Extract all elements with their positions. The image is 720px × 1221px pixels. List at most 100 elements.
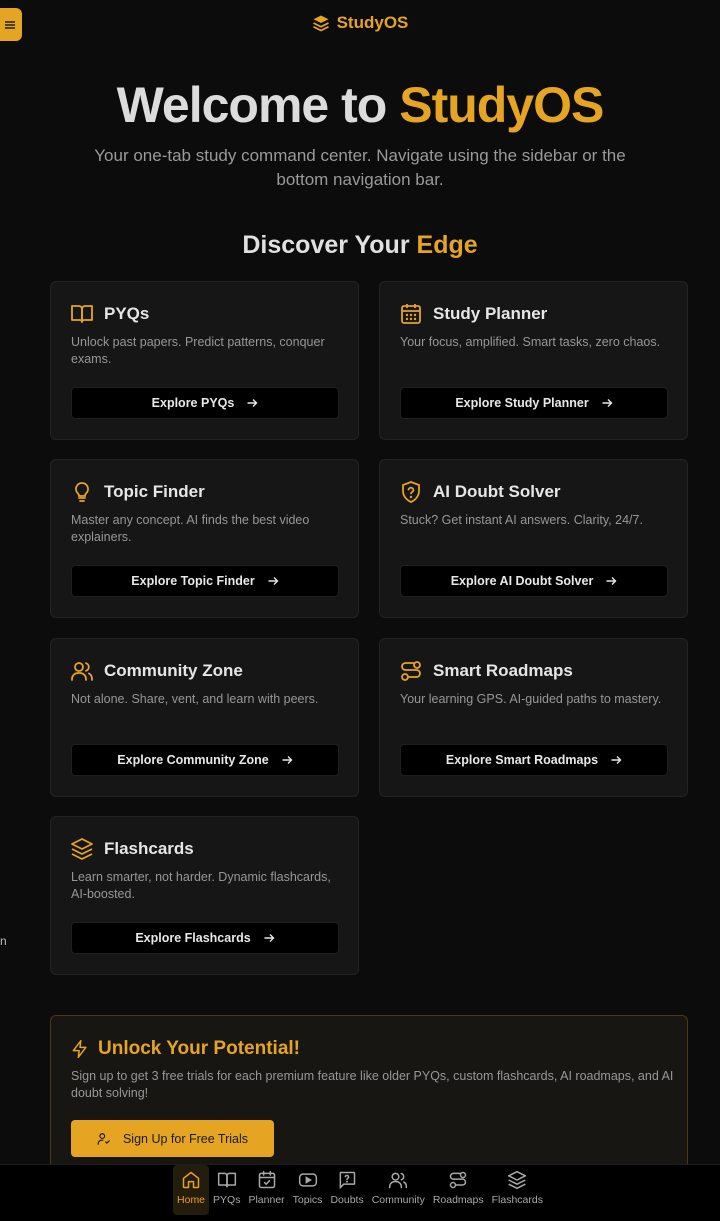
calendar-check-icon	[258, 1170, 275, 1189]
nav-item-planner[interactable]: Planner	[244, 1165, 288, 1215]
nav-label: Home	[177, 1194, 206, 1206]
nav-item-home[interactable]: Home	[173, 1165, 210, 1215]
section-title-prefix: Discover Your	[242, 231, 417, 259]
explore-flashcards-button[interactable]: Explore Flashcards	[71, 922, 339, 954]
card-description: Learn smarter, not harder. Dynamic flash…	[71, 870, 331, 901]
card-header: AI Doubt Solver	[399, 480, 561, 504]
nav-item-topics[interactable]: Topics	[289, 1165, 327, 1215]
arrow-right-icon	[602, 399, 613, 407]
section-title-accent: Edge	[416, 231, 478, 259]
top-bar: StudyOS	[0, 13, 720, 33]
card-title: Community Zone	[104, 661, 243, 680]
card-title: Topic Finder	[104, 482, 205, 501]
route-icon	[449, 1171, 467, 1189]
nav-label: Topics	[292, 1194, 323, 1206]
card-description: Not alone. Share, vent, and learn with p…	[71, 692, 319, 706]
promo-description: Sign up to get 3 free trials for each pr…	[71, 1069, 674, 1100]
arrow-right-icon	[606, 577, 617, 585]
nav-label: Roadmaps	[432, 1194, 484, 1206]
button-label: Explore Community Zone	[117, 753, 269, 767]
card-title: Study Planner	[433, 304, 548, 323]
explore-community-zone-button[interactable]: Explore Community Zone	[71, 744, 339, 776]
layers-logo-icon	[312, 15, 329, 32]
feature-card-topic-finder: Topic Finder Master any concept. AI find…	[50, 459, 359, 618]
card-header: PYQs	[70, 302, 149, 326]
nav-label: Doubts	[330, 1194, 364, 1206]
brand-name[interactable]: StudyOS	[337, 13, 409, 33]
nav-label: Community	[371, 1194, 425, 1206]
card-header: Topic Finder	[70, 480, 205, 504]
sign-up-free-trials-button[interactable]: Sign Up for Free Trials	[71, 1120, 274, 1157]
card-header: Smart Roadmaps	[399, 659, 573, 683]
nav-label: PYQs	[213, 1194, 241, 1206]
arrow-right-icon	[247, 399, 258, 407]
button-label: Explore PYQs	[151, 396, 235, 410]
card-description: Master any concept. AI finds the best vi…	[71, 513, 310, 544]
hero-title-accent: StudyOS	[399, 77, 604, 133]
button-label: Sign Up for Free Trials	[122, 1131, 249, 1146]
card-header: Study Planner	[399, 302, 547, 326]
feature-card-smart-roadmaps: Smart Roadmaps Your learning GPS. AI-gui…	[379, 638, 688, 797]
card-description: Your learning GPS. AI-guided paths to ma…	[400, 692, 662, 706]
section-title: Discover Your Edge	[0, 231, 720, 260]
explore-smart-roadmaps-button[interactable]: Explore Smart Roadmaps	[400, 744, 668, 776]
card-description: Your focus, amplified. Smart tasks, zero…	[400, 335, 661, 349]
feature-card-study-planner: Study Planner Your focus, amplified. Sma…	[379, 281, 688, 440]
nav-item-community[interactable]: Community	[368, 1165, 429, 1215]
bottom-navigation: Home PYQs Planner Topics Doubts Communit…	[0, 1164, 720, 1221]
book-open-icon	[71, 305, 93, 323]
feature-card-ai-doubt-solver: AI Doubt Solver Stuck? Get instant AI an…	[379, 459, 688, 618]
button-label: Explore Topic Finder	[131, 574, 255, 588]
explore-topic-finder-button[interactable]: Explore Topic Finder	[71, 565, 339, 597]
button-label: Explore Smart Roadmaps	[445, 753, 599, 767]
explore-pyqs-button[interactable]: Explore PYQs	[71, 387, 339, 419]
arrow-right-icon	[282, 756, 293, 764]
hero-subtitle: Your one-tab study command center. Navig…	[94, 146, 626, 189]
card-title: Smart Roadmaps	[433, 661, 573, 680]
route-icon	[401, 661, 421, 681]
card-title: Flashcards	[104, 839, 194, 858]
layers-icon	[71, 838, 93, 860]
hero-title-prefix: Welcome to	[116, 77, 400, 133]
promo-header: Unlock Your Potential!	[70, 1038, 300, 1060]
promo-banner: Unlock Your Potential! Sign up to get 3 …	[50, 1015, 688, 1185]
nav-label: Planner	[248, 1194, 285, 1206]
arrow-right-icon	[264, 934, 275, 942]
arrow-right-icon	[268, 577, 279, 585]
layers-icon	[508, 1170, 527, 1190]
feature-card-pyqs: PYQs Unlock past papers. Predict pattern…	[50, 281, 359, 440]
message-question-icon	[339, 1171, 356, 1190]
card-description: Stuck? Get instant AI answers. Clarity, …	[400, 513, 643, 527]
card-header: Community Zone	[70, 659, 243, 683]
users-icon	[71, 662, 93, 681]
youtube-icon	[298, 1173, 317, 1187]
nav-label: Flashcards	[491, 1194, 543, 1206]
card-description: Unlock past papers. Predict patterns, co…	[71, 335, 325, 366]
sidebar-edge-text: n	[0, 934, 7, 948]
book-open-icon	[217, 1172, 236, 1188]
button-label: Explore Flashcards	[135, 931, 251, 945]
promo-title: Unlock Your Potential!	[98, 1038, 300, 1059]
button-label: Explore AI Doubt Solver	[450, 574, 594, 588]
explore-study-planner-button[interactable]: Explore Study Planner	[400, 387, 668, 419]
user-plus-icon	[97, 1132, 110, 1145]
users-icon	[389, 1172, 408, 1189]
feature-card-community-zone: Community Zone Not alone. Share, vent, a…	[50, 638, 359, 797]
lightbulb-icon	[75, 482, 89, 502]
calendar-icon	[401, 304, 421, 324]
card-title: PYQs	[104, 304, 150, 323]
nav-item-pyqs[interactable]: PYQs	[209, 1165, 244, 1215]
feature-card-flashcards: Flashcards Learn smarter, not harder. Dy…	[50, 816, 359, 975]
nav-item-flashcards[interactable]: Flashcards	[488, 1165, 547, 1215]
zap-icon	[72, 1039, 87, 1059]
arrow-right-icon	[611, 756, 622, 764]
button-label: Explore Study Planner	[455, 396, 589, 410]
shield-question-icon	[402, 481, 420, 503]
nav-item-doubts[interactable]: Doubts	[326, 1165, 367, 1215]
card-title: AI Doubt Solver	[433, 482, 561, 501]
home-icon	[182, 1171, 200, 1189]
explore-ai-doubt-solver-button[interactable]: Explore AI Doubt Solver	[400, 565, 668, 597]
card-header: Flashcards	[70, 837, 194, 861]
nav-item-roadmaps[interactable]: Roadmaps	[429, 1165, 488, 1215]
hero-title: Welcome to StudyOS	[0, 76, 720, 134]
